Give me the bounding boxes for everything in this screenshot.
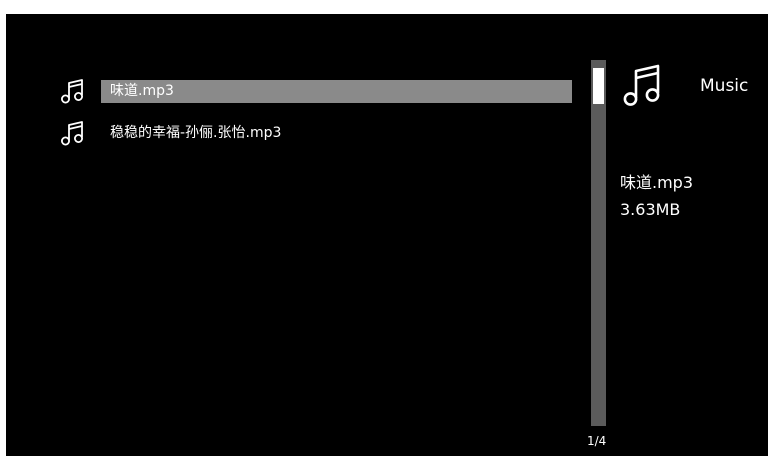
file-name: 稳稳的幸福-孙俪.张怡.mp3: [110, 125, 282, 141]
selected-file-size: 3.63MB: [620, 200, 681, 219]
page-indicator: 1/4: [587, 434, 607, 448]
file-info-panel: Music 味道.mp3 3.63MB: [616, 14, 768, 456]
selected-file-name: 味道.mp3: [620, 173, 694, 192]
music-note-icon: [61, 121, 83, 146]
file-name: 味道.mp3: [110, 83, 174, 99]
file-list-item[interactable]: 稳稳的幸福-孙俪.张怡.mp3: [6, 116, 586, 150]
file-list: 味道.mp3 稳稳的幸福-孙俪.张怡.mp3: [6, 14, 586, 456]
scrollbar-thumb[interactable]: [593, 68, 604, 104]
music-note-icon: [61, 79, 83, 104]
vertical-scrollbar[interactable]: [591, 60, 606, 426]
music-note-icon: [623, 64, 660, 106]
category-label: Music: [700, 76, 749, 96]
file-list-item-selected[interactable]: 味道.mp3: [6, 74, 586, 108]
media-browser-screen: 味道.mp3 稳稳的幸福-孙俪.张怡.mp3 1/4 Music 味道.mp3 …: [6, 14, 768, 456]
